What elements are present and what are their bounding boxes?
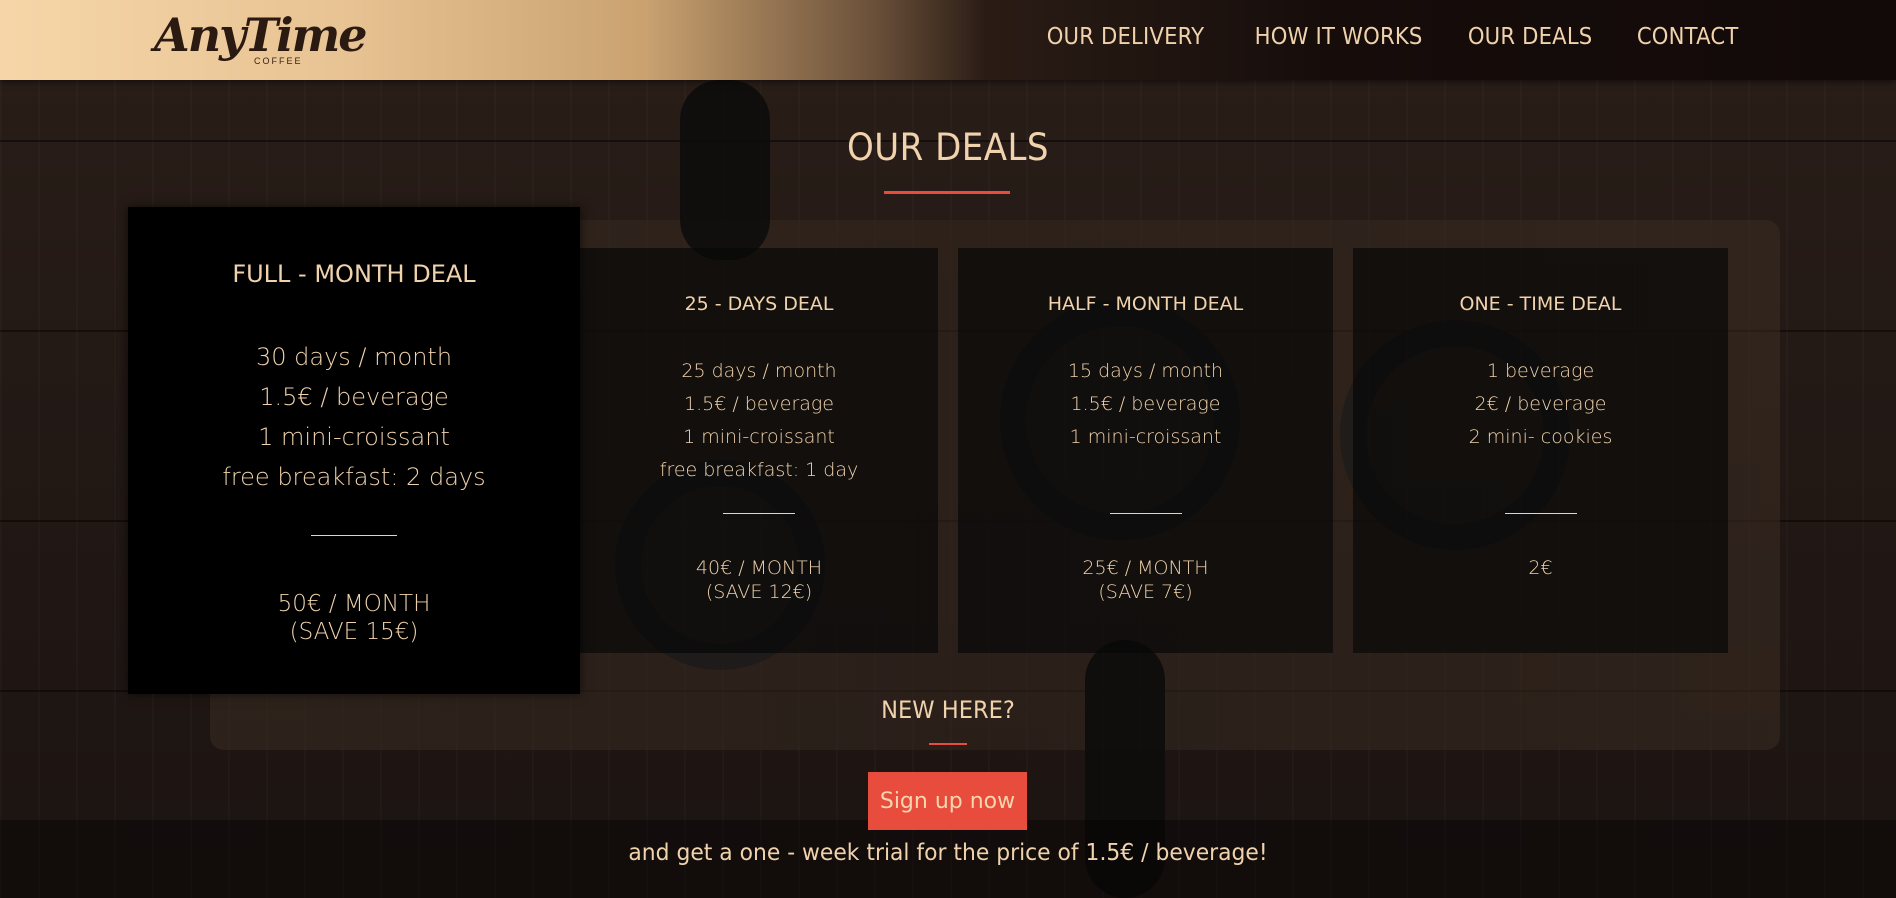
deal-feature: 15 days / month — [1067, 360, 1224, 382]
deal-feature: 30 days / month — [255, 343, 453, 371]
deal-card-one-time[interactable]: ONE - TIME DEAL 1 beverage 2€ / beverage… — [1353, 248, 1728, 653]
deal-features: 25 days / month 1.5€ / beverage 1 mini-c… — [580, 355, 938, 487]
deal-card-full-month[interactable]: FULL - MONTH DEAL 30 days / month 1.5€ /… — [128, 207, 580, 694]
nav-our-delivery[interactable]: OUR DELIVERY — [1047, 24, 1205, 50]
deal-name: HALF - MONTH DEAL — [1047, 293, 1244, 315]
deal-card-25-days[interactable]: 25 - DAYS DEAL 25 days / month 1.5€ / be… — [580, 248, 938, 653]
deal-divider — [1504, 513, 1577, 514]
deal-divider — [723, 513, 795, 514]
nav-contact[interactable]: CONTACT — [1636, 24, 1738, 50]
deal-card-half-month[interactable]: HALF - MONTH DEAL 15 days / month 1.5€ /… — [958, 248, 1333, 653]
logo-subtitle: COFFEE — [254, 56, 303, 66]
deal-price: 50€ / MONTH — [277, 591, 431, 617]
section-title: OUR DEALS — [847, 126, 1049, 169]
deal-price: 40€ / MONTH — [695, 557, 823, 579]
signup-button[interactable]: Sign up now — [868, 772, 1027, 830]
deal-feature: 1 mini-croissant — [1069, 426, 1222, 448]
deal-feature: 1.5€ / beverage — [683, 393, 834, 415]
site-header: AnyTime COFFEE OUR DELIVERY HOW IT WORKS… — [0, 0, 1896, 80]
title-divider — [884, 191, 1010, 194]
deal-feature: free breakfast: 1 day — [659, 459, 859, 481]
new-here-heading: NEW HERE? — [881, 696, 1015, 724]
deal-features: 1 beverage 2€ / beverage 2 mini- cookies — [1353, 355, 1728, 487]
trial-tagline: and get a one - week trial for the price… — [628, 840, 1268, 866]
deal-feature: free breakfast: 2 days — [222, 463, 486, 491]
deal-savings: (SAVE 12€) — [705, 581, 813, 603]
nav-how-it-works[interactable]: HOW IT WORKS — [1254, 24, 1422, 50]
logo[interactable]: AnyTime COFFEE — [154, 6, 368, 72]
deal-divider — [1109, 513, 1182, 514]
deal-name: ONE - TIME DEAL — [1459, 293, 1622, 315]
deal-feature: 1.5€ / beverage — [1070, 393, 1221, 415]
deal-name: 25 - DAYS DEAL — [684, 293, 834, 315]
deal-divider — [311, 535, 397, 536]
deal-price: 25€ / MONTH — [1082, 557, 1209, 579]
deal-savings: (SAVE 15€) — [289, 619, 419, 645]
deal-feature: 1 beverage — [1486, 360, 1595, 382]
nav-our-deals[interactable]: OUR DEALS — [1468, 24, 1593, 50]
deal-feature: 2€ / beverage — [1474, 393, 1607, 415]
deal-price: 2€ — [1528, 557, 1553, 579]
deal-name: FULL - MONTH DEAL — [232, 260, 476, 288]
main-nav: OUR DELIVERY HOW IT WORKS OUR DEALS CONT… — [1033, 24, 1738, 50]
deal-feature: 25 days / month — [681, 360, 837, 382]
deal-features: 15 days / month 1.5€ / beverage 1 mini-c… — [958, 355, 1333, 487]
deal-features: 30 days / month 1.5€ / beverage 1 mini-c… — [128, 337, 580, 497]
deal-feature: 1 mini-croissant — [683, 426, 835, 448]
deal-feature: 1.5€ / beverage — [259, 383, 449, 411]
deal-feature: 1 mini-croissant — [258, 423, 450, 451]
deal-feature: 2 mini- cookies — [1468, 426, 1613, 448]
deal-savings: (SAVE 7€) — [1098, 581, 1193, 603]
new-here-divider — [929, 743, 967, 745]
